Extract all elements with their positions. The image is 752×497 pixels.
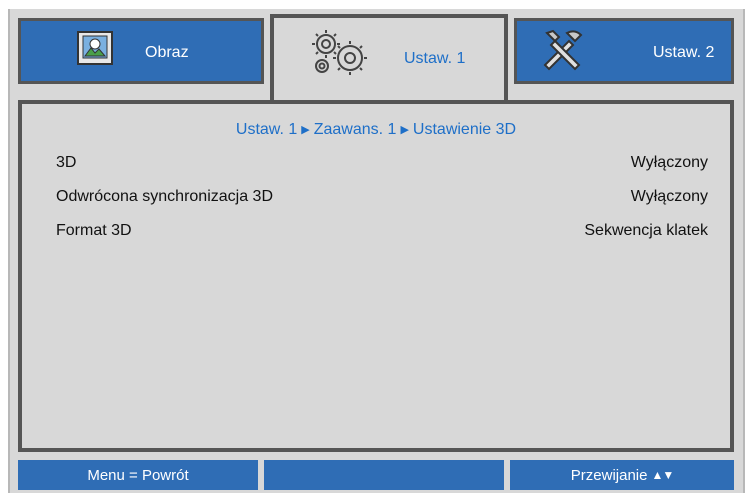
- footer-back-label: Menu = Powrót: [87, 466, 189, 484]
- tab-obraz-label: Obraz: [145, 44, 189, 61]
- settings-panel: Ustaw. 1 ▶ Zaawans. 1 ▶ Ustawienie 3D 3D Wył…: [18, 100, 734, 452]
- setting-row-3d-format[interactable]: Format 3D Sekwencja klatek: [56, 222, 708, 244]
- setting-value: Wyłączony: [630, 188, 708, 205]
- setting-label: 3D: [56, 154, 77, 171]
- tab-ustaw1[interactable]: Ustaw. 1: [270, 14, 508, 104]
- footer-scroll-hint: Przewijanie ▲▼: [510, 460, 734, 490]
- gears-icon: [308, 28, 372, 76]
- tools-icon: [539, 27, 585, 71]
- image-settings-icon: [77, 31, 113, 65]
- footer-scroll-label: Przewijanie: [570, 466, 648, 484]
- setting-row-3d-sync-invert[interactable]: Odwrócona synchronizacja 3D Wyłączony: [56, 188, 708, 210]
- setting-value: Wyłączony: [630, 154, 708, 171]
- breadcrumb-item-zaawans1: Zaawans. 1: [313, 121, 397, 138]
- footer-back-hint: Menu = Powrót: [18, 460, 258, 490]
- tab-ustaw2[interactable]: Ustaw. 2: [514, 18, 734, 84]
- breadcrumb-separator-icon: ▶: [400, 124, 409, 136]
- breadcrumb-item-ustaw1: Ustaw. 1: [235, 121, 298, 138]
- breadcrumb: Ustaw. 1 ▶ Zaawans. 1 ▶ Ustawienie 3D: [22, 121, 730, 139]
- setting-label: Format 3D: [56, 222, 132, 239]
- tab-ustaw2-label: Ustaw. 2: [653, 44, 715, 61]
- tab-obraz[interactable]: Obraz: [18, 18, 264, 84]
- tab-ustaw1-label: Ustaw. 1: [404, 50, 466, 67]
- breadcrumb-item-current: Ustawienie 3D: [412, 121, 517, 138]
- breadcrumb-separator-icon: ▶: [301, 124, 310, 136]
- setting-row-3d[interactable]: 3D Wyłączony: [56, 154, 708, 176]
- setting-label: Odwrócona synchronizacja 3D: [56, 188, 273, 205]
- setting-value: Sekwencja klatek: [584, 222, 708, 239]
- footer-middle: [264, 460, 504, 490]
- up-down-arrows-icon: ▲▼: [651, 468, 674, 482]
